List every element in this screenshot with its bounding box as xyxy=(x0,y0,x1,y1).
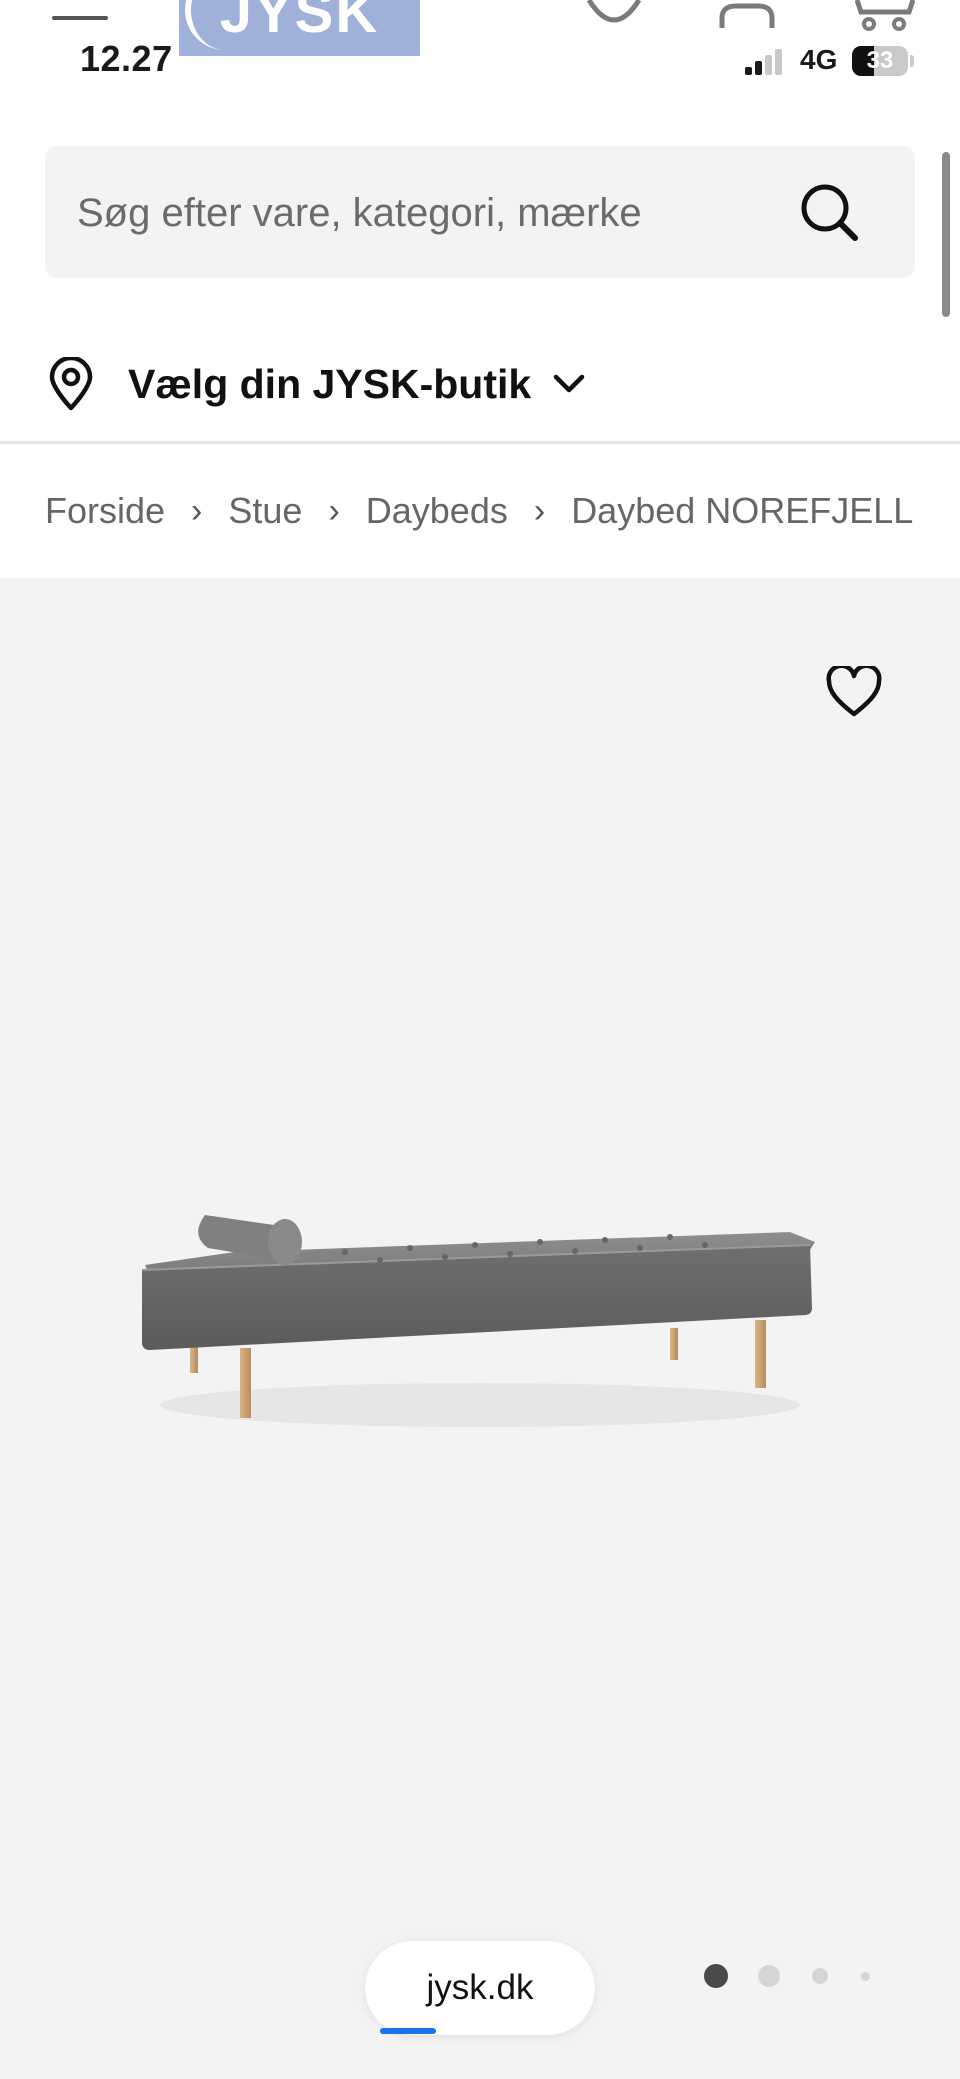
search-input[interactable] xyxy=(75,146,779,280)
jysk-logo[interactable]: JYSK xyxy=(179,0,420,56)
logo-arc xyxy=(185,0,261,50)
location-pin-icon xyxy=(49,357,93,411)
product-image-daybed[interactable] xyxy=(130,1190,830,1450)
battery-icon: 33 xyxy=(852,46,908,76)
search-bar[interactable] xyxy=(45,146,915,280)
store-selector[interactable]: Vælg din JYSK-butik xyxy=(48,352,585,416)
page-load-progress xyxy=(380,2028,436,2034)
chevron-down-icon xyxy=(553,374,585,393)
breadcrumb: Forside › Stue › Daybeds › Daybed NOREFJ… xyxy=(45,480,913,542)
carousel-dot[interactable] xyxy=(758,1965,780,1987)
menu-icon[interactable] xyxy=(52,0,108,26)
breadcrumb-stue[interactable]: Stue xyxy=(228,490,302,532)
status-time: 12.27 xyxy=(80,38,173,79)
cell-signal-icon xyxy=(745,45,785,75)
breadcrumb-chevron-icon: › xyxy=(328,491,340,530)
cart-icon[interactable] xyxy=(855,0,915,32)
favorite-heart-icon[interactable] xyxy=(826,666,882,718)
header-divider xyxy=(0,441,960,444)
breadcrumb-chevron-icon: › xyxy=(533,491,546,530)
search-icon[interactable] xyxy=(799,182,859,242)
browser-url: jysk.dk xyxy=(426,1968,534,2007)
carousel-dot[interactable] xyxy=(861,1972,870,1981)
battery-tip xyxy=(910,55,914,67)
scrollbar[interactable] xyxy=(942,152,950,317)
breadcrumb-forside[interactable]: Forside xyxy=(45,490,165,532)
carousel-dot-active[interactable] xyxy=(704,1964,728,1988)
store-selector-label: Vælg din JYSK-butik xyxy=(128,360,532,407)
breadcrumb-chevron-icon: › xyxy=(191,491,203,530)
breadcrumb-current: Daybed NOREFJELL xyxy=(571,490,914,531)
account-icon[interactable] xyxy=(718,0,776,30)
wishlist-heart-icon[interactable] xyxy=(585,0,643,30)
carousel-dot[interactable] xyxy=(812,1968,828,1984)
battery-level: 33 xyxy=(866,47,894,74)
browser-url-bar[interactable]: jysk.dk xyxy=(365,1941,595,2035)
network-type: 4G xyxy=(800,44,838,75)
breadcrumb-daybeds[interactable]: Daybeds xyxy=(366,490,508,532)
